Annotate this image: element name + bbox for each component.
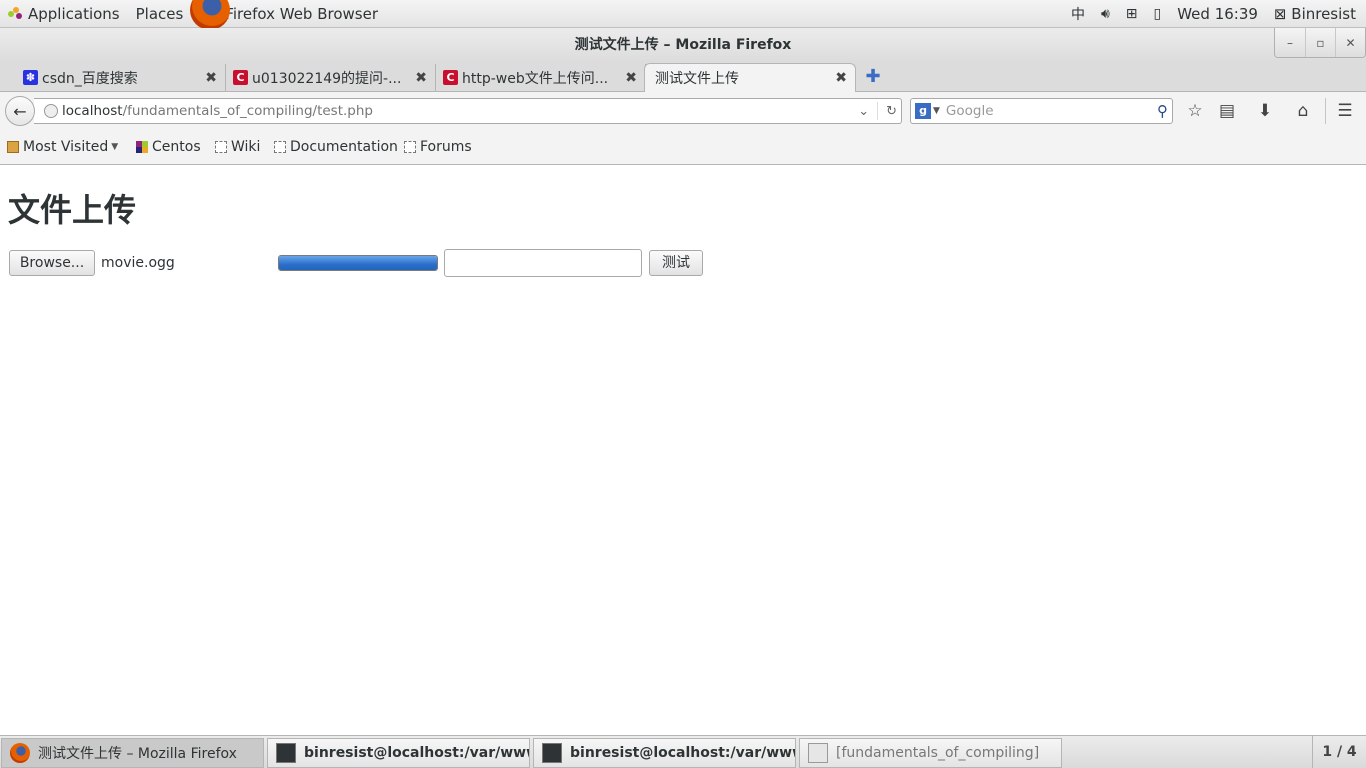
page-icon	[274, 141, 286, 153]
firefox-icon	[10, 743, 30, 763]
active-app-menu[interactable]: Firefox Web Browser	[217, 0, 386, 28]
tab-label: u013022149的提问-...	[252, 71, 402, 87]
taskbar-item-firefox[interactable]: 测试文件上传 – Mozilla Firefox	[1, 738, 264, 768]
taskbar-item-label: 测试文件上传 – Mozilla Firefox	[38, 746, 237, 762]
toolbar-separator	[1325, 98, 1326, 124]
csdn-icon: C	[443, 70, 458, 85]
new-tab-button[interactable]: ✚	[864, 68, 882, 86]
bookmarks-menu-icon[interactable]: ▤	[1216, 100, 1238, 122]
chevron-down-icon: ▼	[111, 142, 119, 152]
paw-icon: ✽	[23, 70, 38, 85]
search-input[interactable]: Google	[946, 103, 994, 119]
test-button[interactable]: 测试	[649, 250, 703, 276]
downloads-icon[interactable]: ⬇	[1254, 100, 1276, 122]
page-icon	[215, 141, 227, 153]
bookmark-star-icon[interactable]: ☆	[1184, 100, 1206, 122]
url-bar[interactable]: localhost/fundamentals_of_compiling/test…	[34, 98, 902, 124]
taskbar-item-label: [fundamentals_of_compiling]	[836, 745, 1040, 761]
applications-menu[interactable]: Applications	[0, 0, 128, 28]
bookmark-documentation[interactable]: Documentation	[274, 139, 398, 155]
google-engine-icon[interactable]: g	[915, 103, 931, 119]
close-tab-icon[interactable]: ✖	[835, 70, 847, 86]
browse-button[interactable]: Browse...	[9, 250, 95, 276]
tab-label: csdn_百度搜索	[42, 71, 138, 87]
bookmark-label: Forums	[420, 139, 472, 155]
close-tab-icon[interactable]: ✖	[625, 70, 637, 86]
page-heading: 文件上传	[8, 191, 137, 229]
taskbar-item-file-manager[interactable]: [fundamentals_of_compiling]	[799, 738, 1062, 768]
window-titlebar[interactable]: 测试文件上传 – Mozilla Firefox – ▫ ✕	[0, 28, 1366, 62]
csdn-icon: C	[233, 70, 248, 85]
bookmarks-toolbar: Most Visited ▼ Centos Wiki Documentation…	[0, 129, 1366, 165]
terminal-icon	[542, 743, 562, 763]
terminal-icon	[276, 743, 296, 763]
tab-strip: ✽ csdn_百度搜索 ✖ C u013022149的提问-... ✖ C ht…	[0, 62, 1366, 92]
text-input[interactable]	[444, 249, 642, 277]
upload-progress-bar	[278, 255, 438, 271]
bookmark-label: Documentation	[290, 139, 398, 155]
gnome-foot-icon	[8, 6, 22, 21]
tab-label: 测试文件上传	[655, 71, 739, 87]
maximize-button[interactable]: ▫	[1305, 28, 1335, 57]
taskbar-item-terminal-1[interactable]: binresist@localhost:/var/www/h...	[267, 738, 530, 768]
workspace-switcher[interactable]: 1 / 4	[1312, 736, 1366, 768]
page-icon	[404, 141, 416, 153]
url-history-dropdown-icon[interactable]: ⌄	[858, 104, 869, 119]
input-method-indicator[interactable]: 中	[1063, 4, 1093, 24]
centos-icon	[136, 141, 148, 153]
bookmark-most-visited[interactable]: Most Visited ▼	[7, 139, 118, 155]
clock[interactable]: Wed 16:39	[1169, 5, 1266, 23]
hamburger-menu-icon[interactable]: ☰	[1334, 100, 1356, 122]
url-path: /fundamentals_of_compiling/test.php	[122, 103, 373, 119]
tab-baidu[interactable]: ✽ csdn_百度搜索 ✖	[18, 64, 226, 92]
bookmark-label: Most Visited	[23, 139, 109, 155]
bookmark-forums[interactable]: Forums	[404, 139, 472, 155]
tab-label: http-web文件上传问...	[462, 71, 609, 87]
bookmark-label: Centos	[152, 139, 201, 155]
battery-icon[interactable]: ▯	[1146, 6, 1170, 22]
tab-csdn-question[interactable]: C u013022149的提问-... ✖	[228, 64, 436, 92]
taskbar-item-label: binresist@localhost:/var/www/h...	[570, 745, 795, 761]
taskbar-item-label: binresist@localhost:/var/www/h...	[304, 745, 529, 761]
selected-file-name: movie.ogg	[101, 255, 175, 271]
applications-label: Applications	[28, 4, 120, 23]
navigation-toolbar: localhost/fundamentals_of_compiling/test…	[0, 92, 1366, 129]
user-name: Binresist	[1291, 4, 1356, 23]
file-manager-icon	[808, 743, 828, 763]
bookmark-centos[interactable]: Centos	[136, 139, 201, 155]
back-arrow-icon: ←	[13, 101, 27, 121]
bookmark-wiki[interactable]: Wiki	[215, 139, 260, 155]
bookmark-label: Wiki	[231, 139, 261, 155]
upload-progress-fill	[279, 256, 437, 270]
user-menu[interactable]: ⊠ Binresist	[1266, 5, 1366, 23]
back-button[interactable]: ←	[5, 96, 35, 126]
search-bar[interactable]: g ▼ Google ⚲	[910, 98, 1173, 124]
folder-icon	[7, 141, 19, 153]
site-identity-icon[interactable]	[44, 104, 58, 118]
engine-dropdown-icon[interactable]: ▼	[933, 106, 940, 116]
reload-icon[interactable]: ↻	[886, 104, 897, 119]
url-host: localhost	[62, 103, 123, 119]
places-menu[interactable]: Places	[128, 0, 192, 28]
top-panel: Applications Places Firefox Web Browser …	[0, 0, 1366, 30]
search-icon[interactable]: ⚲	[1157, 102, 1168, 120]
volume-icon[interactable]: 🔊︎	[1093, 6, 1118, 22]
window-title: 测试文件上传 – Mozilla Firefox	[574, 37, 792, 53]
home-icon[interactable]: ⌂	[1292, 100, 1314, 122]
tab-csdn-upload[interactable]: C http-web文件上传问... ✖	[438, 64, 646, 92]
close-tab-icon[interactable]: ✖	[205, 70, 217, 86]
close-window-button[interactable]: ✕	[1335, 28, 1365, 57]
network-icon[interactable]: ⊞	[1118, 6, 1146, 22]
minimize-button[interactable]: –	[1275, 28, 1305, 57]
close-tab-icon[interactable]: ✖	[415, 70, 427, 86]
taskbar: 测试文件上传 – Mozilla Firefox binresist@local…	[0, 735, 1366, 768]
tab-upload-test[interactable]: 测试文件上传 ✖	[644, 63, 856, 92]
places-label: Places	[135, 4, 184, 23]
taskbar-item-terminal-2[interactable]: binresist@localhost:/var/www/h...	[533, 738, 796, 768]
active-app-label: Firefox Web Browser	[225, 4, 379, 23]
page-content: 文件上传 Browse... movie.ogg 测试	[0, 165, 1366, 735]
user-icon: ⊠	[1273, 4, 1287, 23]
window-controls: – ▫ ✕	[1274, 28, 1366, 58]
